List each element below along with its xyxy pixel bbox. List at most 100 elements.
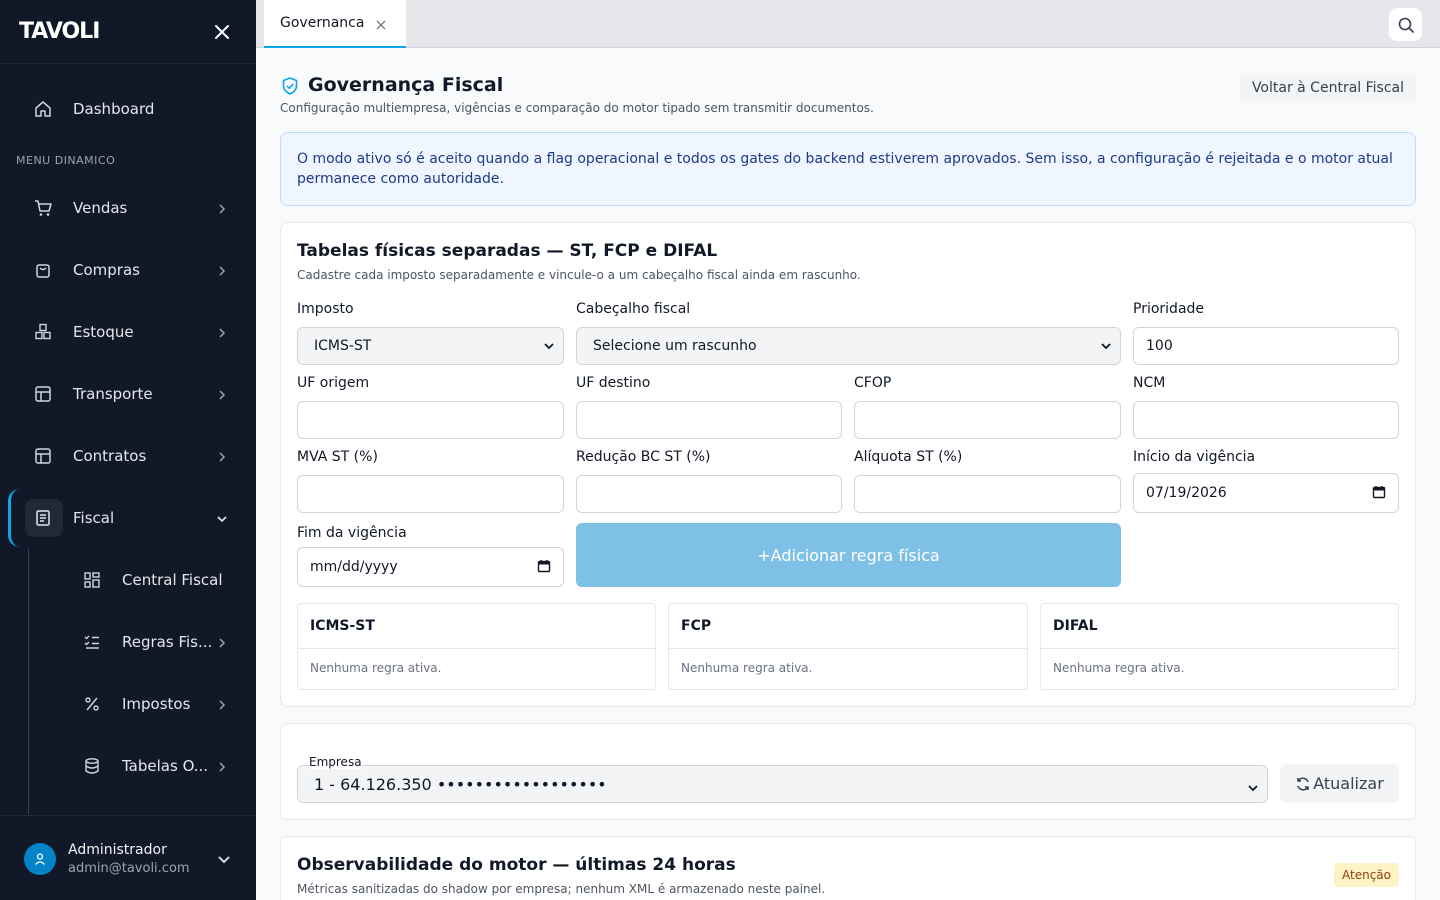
shield-check-icon xyxy=(280,76,300,96)
empresa-select[interactable]: 1 - 64.126.350 •••••••••••••••••• xyxy=(297,765,1268,803)
sidebar-item-estoque[interactable]: Estoque xyxy=(0,307,256,357)
tab-governanca[interactable]: Governanca xyxy=(264,0,406,48)
calendar-icon[interactable] xyxy=(1372,485,1386,499)
card-subtitle: Cadastre cada imposto separadamente e vi… xyxy=(297,268,861,282)
tax-box-title: DIFAL xyxy=(1041,604,1398,649)
sidebar-item-regras-fiscais[interactable]: Regras Fis... xyxy=(0,617,256,667)
sidebar-item-tabelas[interactable]: Tabelas O... xyxy=(0,741,256,791)
page-title: Governança Fiscal xyxy=(308,74,504,96)
sidebar-item-compras[interactable]: Compras xyxy=(0,245,256,295)
chevron-right-icon xyxy=(215,201,229,215)
field-label: Cabeçalho fiscal xyxy=(576,301,691,317)
sidebar: TAVOLI Dashboard MENU DINAMICO Vendas Co… xyxy=(0,0,256,900)
close-sidebar-button[interactable] xyxy=(212,22,232,42)
field-label: Redução BC ST (%) xyxy=(576,449,711,465)
avatar xyxy=(24,843,56,875)
sidebar-item-label: Tabelas O... xyxy=(122,757,209,775)
checklist-icon xyxy=(82,632,102,652)
user-icon xyxy=(35,853,45,865)
sidebar-item-central-fiscal[interactable]: Central Fiscal xyxy=(0,555,256,605)
refresh-icon xyxy=(1297,776,1309,791)
sidebar-item-dashboard[interactable]: Dashboard xyxy=(0,84,256,134)
search-button[interactable] xyxy=(1389,8,1422,41)
chevron-down-icon xyxy=(216,851,232,867)
page-subtitle: Configuração multiempresa, vigências e c… xyxy=(280,101,874,115)
card-title: Observabilidade do motor — últimas 24 ho… xyxy=(297,855,736,875)
cabecalho-select[interactable]: Selecione um rascunho xyxy=(576,327,1121,365)
field-label: NCM xyxy=(1133,375,1166,391)
sidebar-item-vendas[interactable]: Vendas xyxy=(0,183,256,233)
chevron-right-icon xyxy=(215,635,229,649)
field-label: CFOP xyxy=(854,375,892,391)
cfop-input[interactable] xyxy=(854,401,1121,439)
tax-box-title: ICMS-ST xyxy=(298,604,655,649)
chevron-right-icon xyxy=(215,759,229,773)
chevron-down-icon xyxy=(215,511,229,525)
chevron-down-icon xyxy=(543,340,555,352)
field-uf-destino: UF destino xyxy=(576,375,842,439)
imposto-select[interactable]: ICMS-ST xyxy=(297,327,564,365)
ncm-input[interactable] xyxy=(1133,401,1399,439)
add-physical-rule-button[interactable]: +Adicionar regra física xyxy=(576,523,1121,587)
user-email: admin@tavoli.com xyxy=(68,861,190,876)
empresa-label: Empresa xyxy=(309,755,362,769)
fim-vigencia-date-input[interactable]: mm/dd/yyyy xyxy=(297,547,564,587)
tax-box-difal: DIFAL Nenhuma regra ativa. xyxy=(1040,603,1399,690)
sidebar-item-contratos[interactable]: Contratos xyxy=(0,431,256,481)
back-to-central-fiscal-button[interactable]: Voltar à Central Fiscal xyxy=(1239,73,1416,103)
sidebar-item-label: Contratos xyxy=(73,447,147,465)
sidebar-item-label: Central Fiscal xyxy=(122,571,223,589)
field-cfop: CFOP xyxy=(854,375,1121,439)
uf-origem-input[interactable] xyxy=(297,401,564,439)
sidebar-item-label: Fiscal xyxy=(73,509,115,527)
chevron-right-icon xyxy=(215,697,229,711)
field-cabecalho: Cabeçalho fiscal Selecione um rascunho xyxy=(576,301,1121,365)
calendar-icon[interactable] xyxy=(537,559,551,573)
close-tab-button[interactable] xyxy=(374,17,388,31)
reducao-input[interactable] xyxy=(576,475,842,513)
layout-icon xyxy=(33,446,53,466)
sidebar-item-label: Compras xyxy=(73,261,140,279)
chevron-right-icon xyxy=(215,449,229,463)
menu-section-label: MENU DINAMICO xyxy=(16,154,116,167)
field-mva: MVA ST (%) xyxy=(297,449,564,513)
sidebar-item-impostos[interactable]: Impostos xyxy=(0,679,256,729)
tab-bar: Governanca xyxy=(256,0,1440,48)
uf-destino-input[interactable] xyxy=(576,401,842,439)
field-imposto: Imposto ICMS-ST xyxy=(297,301,564,365)
page-header: Governança Fiscal Configuração multiempr… xyxy=(280,73,1416,123)
inicio-vigencia-date-input[interactable]: 07/19/2026 xyxy=(1133,473,1399,513)
select-value: ICMS-ST xyxy=(314,338,372,354)
card-subtitle: Métricas sanitizadas do shadow por empre… xyxy=(297,882,826,896)
brand-row: TAVOLI xyxy=(0,0,256,64)
sidebar-item-label: Impostos xyxy=(122,695,191,713)
prioridade-input[interactable]: 100 xyxy=(1133,327,1399,365)
select-value: 1 - 64.126.350 •••••••••••••••••• xyxy=(314,774,607,794)
sidebar-item-label: Vendas xyxy=(73,199,128,217)
refresh-button[interactable]: Atualizar xyxy=(1280,764,1399,803)
field-label: UF destino xyxy=(576,375,651,391)
field-label: UF origem xyxy=(297,375,370,391)
boxes-icon xyxy=(33,322,53,342)
field-label: Alíquota ST (%) xyxy=(854,449,963,465)
grid-icon xyxy=(82,570,102,590)
tax-box-title: FCP xyxy=(669,604,1027,649)
sidebar-item-transporte[interactable]: Transporte xyxy=(0,369,256,419)
observability-card: Observabilidade do motor — últimas 24 ho… xyxy=(280,836,1416,900)
field-inicio-vigencia: Início da vigência 07/19/2026 xyxy=(1133,449,1399,513)
input-value: mm/dd/yyyy xyxy=(310,559,398,575)
tax-box-fcp: FCP Nenhuma regra ativa. xyxy=(668,603,1028,690)
sidebar-item-label: Regras Fis... xyxy=(122,633,213,651)
sidebar-item-label: Transporte xyxy=(73,385,153,403)
aliquota-input[interactable] xyxy=(854,475,1121,513)
field-label: Imposto xyxy=(297,301,354,317)
sidebar-item-fiscal[interactable]: Fiscal xyxy=(0,493,256,543)
field-label: MVA ST (%) xyxy=(297,449,378,465)
tab-label: Governanca xyxy=(280,15,365,31)
user-menu[interactable]: Administrador admin@tavoli.com xyxy=(0,815,256,900)
tax-box-icms-st: ICMS-ST Nenhuma regra ativa. xyxy=(297,603,656,690)
field-reducao: Redução BC ST (%) xyxy=(576,449,842,513)
mva-input[interactable] xyxy=(297,475,564,513)
percent-icon xyxy=(82,694,102,714)
chevron-right-icon xyxy=(215,263,229,277)
